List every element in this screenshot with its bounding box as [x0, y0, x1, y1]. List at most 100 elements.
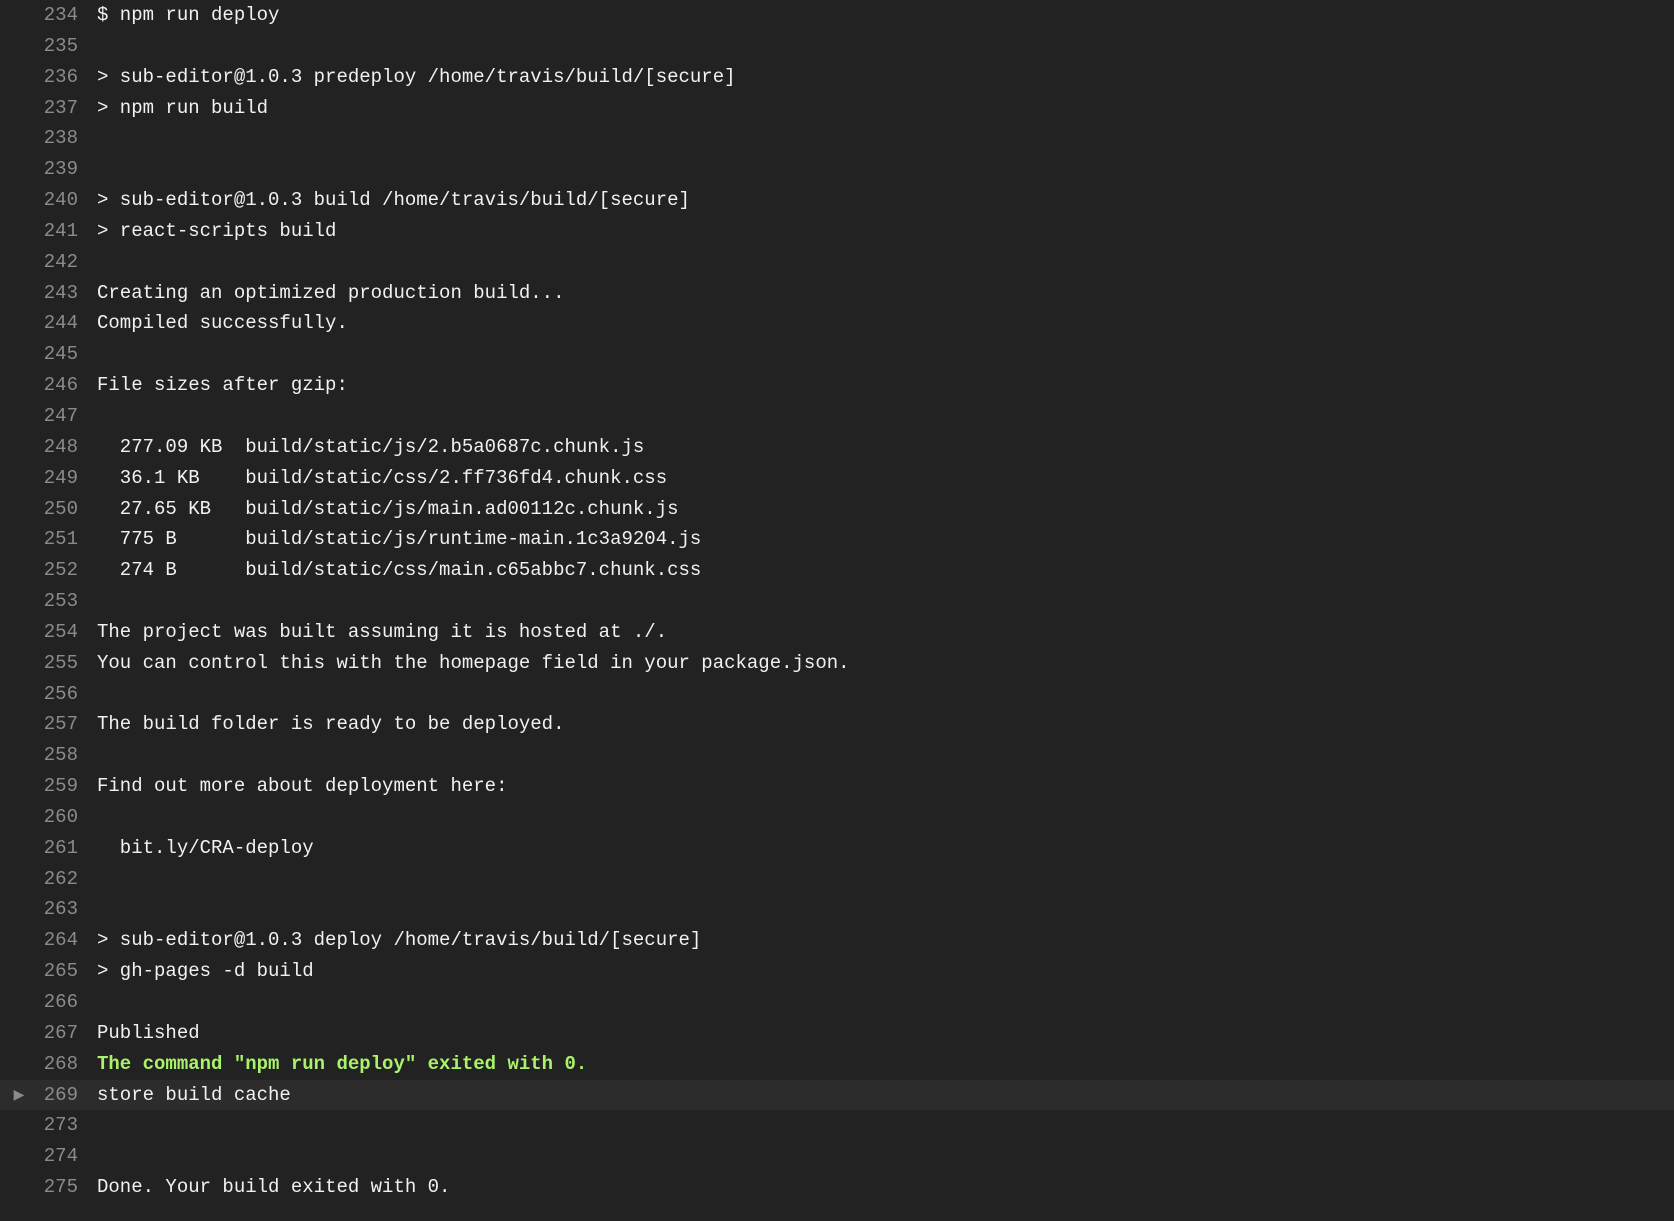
line-number[interactable]: 249: [0, 463, 78, 494]
log-line: 258: [0, 740, 1674, 771]
log-line: 273: [0, 1110, 1674, 1141]
line-number[interactable]: 241: [0, 216, 78, 247]
log-line: 246 File sizes after gzip:: [0, 370, 1674, 401]
log-line: 263: [0, 894, 1674, 925]
line-text: Published: [97, 1021, 200, 1044]
log-line: 250 27.65 KB build/static/js/main.ad0011…: [0, 494, 1674, 525]
build-log: 234 $ npm run deploy 235 236 > sub-editor@…: [0, 0, 1674, 1203]
line-number[interactable]: 275: [0, 1172, 78, 1203]
line-number[interactable]: 263: [0, 894, 78, 925]
line-text: $ npm run deploy: [97, 4, 280, 26]
line-text: 274 B build/static/css/main.c65abbc7.chu…: [97, 559, 702, 582]
line-number[interactable]: 235: [0, 31, 78, 62]
log-line: 244 Compiled successfully.: [0, 308, 1674, 339]
line-text: > react-scripts build: [97, 219, 337, 242]
line-number[interactable]: 244: [0, 308, 78, 339]
log-line: 241 > react-scripts build: [0, 216, 1674, 247]
log-line: 255 You can control this with the homepag…: [0, 648, 1674, 679]
log-line: 237 > npm run build: [0, 93, 1674, 124]
line-text: 36.1 KB build/static/css/2.ff736fd4.chun…: [97, 466, 668, 489]
line-number[interactable]: 264: [0, 925, 78, 956]
log-line: 261 bit.ly/CRA-deploy: [0, 833, 1674, 864]
line-text: > gh-pages -d build: [97, 960, 314, 983]
line-number[interactable]: 250: [0, 494, 78, 525]
log-line: 265 > gh-pages -d build: [0, 956, 1674, 987]
fold-row-store-build-cache[interactable]: ▶ 269 store build cache: [0, 1079, 1674, 1111]
line-number[interactable]: 251: [0, 524, 78, 555]
log-line: 247: [0, 401, 1674, 432]
line-number[interactable]: 268: [0, 1049, 78, 1080]
log-line: 252 274 B build/static/css/main.c65abbc7…: [0, 555, 1674, 586]
log-line: 264 > sub-editor@1.0.3 deploy /home/travi…: [0, 925, 1674, 956]
log-line: 254 The project was built assuming it is …: [0, 617, 1674, 648]
line-number[interactable]: 242: [0, 247, 78, 278]
line-text: The build folder is ready to be deployed…: [97, 713, 565, 736]
log-line: 256: [0, 679, 1674, 710]
log-line: 249 36.1 KB build/static/css/2.ff736fd4.…: [0, 463, 1674, 494]
log-line: 242: [0, 247, 1674, 278]
line-text: > sub-editor@1.0.3 deploy /home/travis/b…: [97, 929, 702, 952]
line-number[interactable]: 252: [0, 555, 78, 586]
line-number[interactable]: 234: [0, 0, 78, 31]
line-text: You can control this with the homepage f…: [97, 651, 850, 674]
build-done-message: Done. Your build exited with 0.: [97, 1176, 451, 1199]
log-line: 235: [0, 31, 1674, 62]
line-number[interactable]: 237: [0, 93, 78, 124]
line-text: Compiled successfully.: [97, 312, 348, 335]
line-text: > sub-editor@1.0.3 predeploy /home/travi…: [97, 65, 736, 88]
line-number[interactable]: 245: [0, 339, 78, 370]
line-number[interactable]: 260: [0, 802, 78, 833]
line-number[interactable]: 253: [0, 586, 78, 617]
log-line: 251 775 B build/static/js/runtime-main.1…: [0, 524, 1674, 555]
log-line: 243 Creating an optimized production buil…: [0, 278, 1674, 309]
line-number[interactable]: 273: [0, 1110, 78, 1141]
exit-status-message: The command "npm run deploy" exited with…: [97, 1052, 588, 1075]
line-number[interactable]: 266: [0, 987, 78, 1018]
log-line: 248 277.09 KB build/static/js/2.b5a0687c…: [0, 432, 1674, 463]
line-text: 277.09 KB build/static/js/2.b5a0687c.chu…: [97, 435, 645, 458]
line-text: Find out more about deployment here:: [97, 775, 508, 798]
log-line: 257 The build folder is ready to be deplo…: [0, 709, 1674, 740]
log-line: 234 $ npm run deploy: [0, 0, 1674, 31]
line-number[interactable]: 248: [0, 432, 78, 463]
line-number[interactable]: 247: [0, 401, 78, 432]
line-number[interactable]: 255: [0, 648, 78, 679]
line-text: 27.65 KB build/static/js/main.ad00112c.c…: [97, 497, 679, 520]
line-text: Creating an optimized production build..…: [97, 281, 565, 304]
line-number[interactable]: 254: [0, 617, 78, 648]
line-text: > npm run build: [97, 96, 269, 119]
line-number[interactable]: 259: [0, 771, 78, 802]
line-number[interactable]: 256: [0, 679, 78, 710]
line-number[interactable]: 261: [0, 833, 78, 864]
line-number[interactable]: 239: [0, 154, 78, 185]
deploy-link-text: bit.ly/CRA-deploy: [97, 836, 314, 859]
line-number[interactable]: 267: [0, 1018, 78, 1049]
line-text: 775 B build/static/js/runtime-main.1c3a9…: [97, 528, 702, 551]
line-number[interactable]: 243: [0, 278, 78, 309]
log-line: 238: [0, 123, 1674, 154]
fold-label: store build cache: [97, 1083, 291, 1106]
line-text: File sizes after gzip:: [97, 374, 348, 397]
log-line: 268 The command "npm run deploy" exited w…: [0, 1049, 1674, 1080]
log-line: 262: [0, 864, 1674, 895]
log-line: 245: [0, 339, 1674, 370]
log-line: 253: [0, 586, 1674, 617]
line-text: The project was built assuming it is hos…: [97, 620, 668, 643]
line-number[interactable]: 274: [0, 1141, 78, 1172]
line-number[interactable]: 236: [0, 62, 78, 93]
log-line: 239: [0, 154, 1674, 185]
line-number[interactable]: 257: [0, 709, 78, 740]
log-line: 259 Find out more about deployment here:: [0, 771, 1674, 802]
line-number[interactable]: 262: [0, 864, 78, 895]
line-number[interactable]: 265: [0, 956, 78, 987]
log-line: 266: [0, 987, 1674, 1018]
line-number[interactable]: 246: [0, 370, 78, 401]
line-text: > sub-editor@1.0.3 build /home/travis/bu…: [97, 189, 690, 212]
line-number[interactable]: 238: [0, 123, 78, 154]
line-number[interactable]: 269: [0, 1080, 78, 1111]
log-line: 260: [0, 802, 1674, 833]
log-line: 275 Done. Your build exited with 0.: [0, 1172, 1674, 1203]
log-line: 236 > sub-editor@1.0.3 predeploy /home/tr…: [0, 62, 1674, 93]
line-number[interactable]: 240: [0, 185, 78, 216]
line-number[interactable]: 258: [0, 740, 78, 771]
